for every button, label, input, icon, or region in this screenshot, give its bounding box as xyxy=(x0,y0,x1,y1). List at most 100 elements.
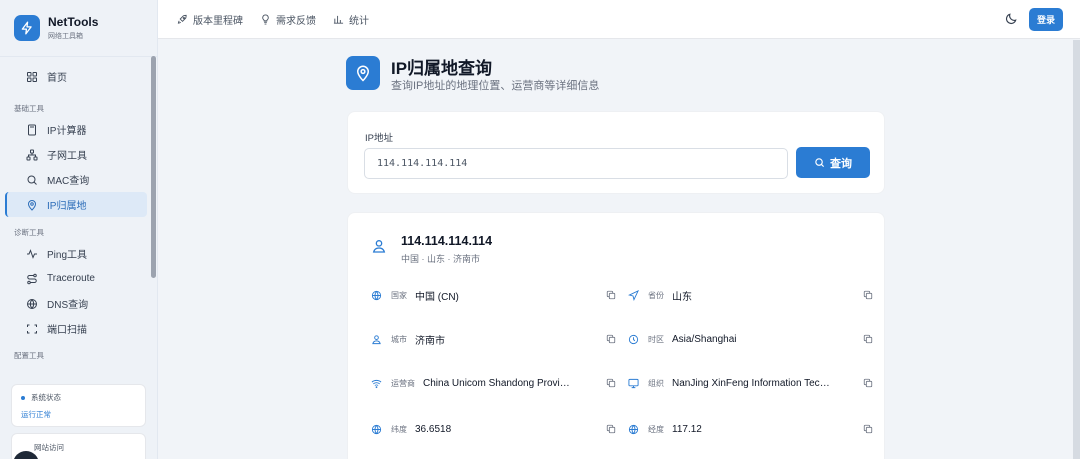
sidebar-item-label: MAC查询 xyxy=(47,176,90,187)
section-basic-tools: 基础工具 xyxy=(14,104,44,113)
bar-chart-icon xyxy=(333,15,344,24)
field-value: 36.6518 xyxy=(415,423,452,435)
sidebar-item-label: 端口扫描 xyxy=(47,325,87,336)
grid-icon xyxy=(27,71,37,82)
feedback-link[interactable]: 需求反馈 xyxy=(260,0,316,38)
field-label: 国家 xyxy=(391,290,407,300)
sidebar-item-label: IP计算器 xyxy=(47,126,87,137)
field-label: 省份 xyxy=(648,290,664,300)
copy-icon[interactable] xyxy=(606,334,616,344)
brand-subtitle: 网络工具箱 xyxy=(48,33,83,40)
map-pin-icon xyxy=(346,56,380,90)
sidebar-nav: 首页 基础工具 IP计算器 子网工具 MAC查询 IP归属地 诊断工具 Ping… xyxy=(0,64,150,364)
copy-icon[interactable] xyxy=(863,290,873,300)
ip-label: IP地址 xyxy=(365,133,393,144)
copy-icon[interactable] xyxy=(863,378,873,388)
sidebar-item-label: 首页 xyxy=(47,73,67,84)
wifi-icon xyxy=(371,379,382,388)
clock-icon xyxy=(628,334,639,344)
field-label: 时区 xyxy=(648,334,664,344)
field-label: 运营商 xyxy=(391,378,415,388)
field-value: 济南市 xyxy=(415,335,445,347)
sidebar-item-label: Traceroute xyxy=(47,273,95,284)
result-card: 114.114.114.114 中国 · 山东 · 济南市 国家 中国 (CN)… xyxy=(347,212,885,459)
globe-icon xyxy=(371,424,382,434)
sidebar: NetTools 网络工具箱 首页 基础工具 IP计算器 子网工具 MAC查询 … xyxy=(0,0,158,459)
result-ip: 114.114.114.114 xyxy=(401,234,493,248)
field-isp: 运营商 China Unicom Shandong Province Netwo… xyxy=(371,371,616,395)
navigation-icon xyxy=(628,289,639,301)
search-icon xyxy=(27,175,37,185)
field-longitude: 经度 117.12 xyxy=(628,417,873,441)
sidebar-scrollbar[interactable] xyxy=(151,56,156,278)
sidebar-item-ip-calculator[interactable]: IP计算器 xyxy=(5,117,147,142)
search-card: IP地址 查询 xyxy=(347,111,885,194)
logo-bolt-icon xyxy=(14,15,40,41)
sidebar-item-port-scan[interactable]: 端口扫描 xyxy=(5,316,147,341)
sidebar-item-traceroute[interactable]: Traceroute xyxy=(5,266,147,291)
moon-icon[interactable] xyxy=(1004,12,1018,26)
field-province: 省份 山东 xyxy=(628,283,873,307)
copy-icon[interactable] xyxy=(606,378,616,388)
sidebar-item-label: Ping工具 xyxy=(47,250,88,261)
sidebar-item-home[interactable]: 首页 xyxy=(5,64,147,89)
login-button[interactable]: 登录 xyxy=(1029,8,1063,31)
copy-icon[interactable] xyxy=(863,334,873,344)
field-country: 国家 中国 (CN) xyxy=(371,283,616,307)
field-label: 城市 xyxy=(391,334,407,344)
field-value: 山东 xyxy=(672,291,692,303)
globe-icon xyxy=(27,298,37,309)
rocket-icon xyxy=(177,14,187,24)
calculator-icon xyxy=(28,124,36,135)
query-button[interactable]: 查询 xyxy=(796,147,870,178)
sidebar-item-ping[interactable]: Ping工具 xyxy=(5,241,147,266)
field-timezone: 时区 Asia/Shanghai xyxy=(628,327,873,351)
route-icon xyxy=(27,273,37,284)
search-icon xyxy=(815,158,825,168)
system-status-card: 系统状态 运行正常 xyxy=(11,384,146,427)
field-value: 117.12 xyxy=(672,423,702,435)
field-value: Asia/Shanghai xyxy=(672,333,737,345)
milestone-link[interactable]: 版本里程碑 xyxy=(177,0,243,38)
field-label: 组织 xyxy=(648,378,664,388)
stats-label: 统计 xyxy=(349,15,369,27)
field-value: China Unicom Shandong Province Network xyxy=(423,377,575,389)
brand-divider xyxy=(0,56,157,57)
stats-link[interactable]: 统计 xyxy=(333,0,369,38)
copy-icon[interactable] xyxy=(863,424,873,434)
result-location: 中国 · 山东 · 济南市 xyxy=(401,254,480,264)
copy-icon[interactable] xyxy=(606,424,616,434)
field-value: 中国 (CN) xyxy=(415,291,459,303)
query-label: 查询 xyxy=(830,157,852,170)
copy-icon[interactable] xyxy=(606,290,616,300)
field-org: 组织 NanJing XinFeng Information Technolog… xyxy=(628,371,873,395)
scan-icon xyxy=(27,324,37,333)
feedback-label: 需求反馈 xyxy=(276,15,316,27)
user-pin-icon xyxy=(372,334,381,344)
sidebar-item-label: DNS查询 xyxy=(47,300,89,311)
network-icon xyxy=(26,149,38,160)
activity-icon xyxy=(27,248,37,259)
field-label: 经度 xyxy=(648,424,664,434)
page-scrollbar[interactable] xyxy=(1073,40,1080,459)
brand-name: NetTools xyxy=(48,15,99,29)
field-city: 城市 济南市 xyxy=(371,327,616,351)
status-value: 运行正常 xyxy=(21,410,51,419)
globe-icon xyxy=(371,290,382,300)
sidebar-item-subnet[interactable]: 子网工具 xyxy=(5,142,147,167)
page-title: IP归属地查询 xyxy=(391,59,493,78)
map-pin-icon xyxy=(27,199,37,211)
sidebar-item-dns[interactable]: DNS查询 xyxy=(5,291,147,316)
field-label: 纬度 xyxy=(391,424,407,434)
sidebar-item-ip-geo[interactable]: IP归属地 xyxy=(5,192,147,217)
ip-input[interactable] xyxy=(364,148,788,179)
sidebar-item-mac[interactable]: MAC查询 xyxy=(5,167,147,192)
brand[interactable]: NetTools 网络工具箱 xyxy=(0,0,157,56)
sidebar-item-label: 子网工具 xyxy=(47,151,87,162)
lightbulb-icon xyxy=(262,13,269,25)
page-subtitle: 查询IP地址的地理位置、运营商等详细信息 xyxy=(391,80,600,92)
monitor-icon xyxy=(628,378,639,388)
field-latitude: 纬度 36.6518 xyxy=(371,417,616,441)
section-config-tools: 配置工具 xyxy=(14,351,44,360)
visit-label: 网站访问 xyxy=(34,443,64,452)
